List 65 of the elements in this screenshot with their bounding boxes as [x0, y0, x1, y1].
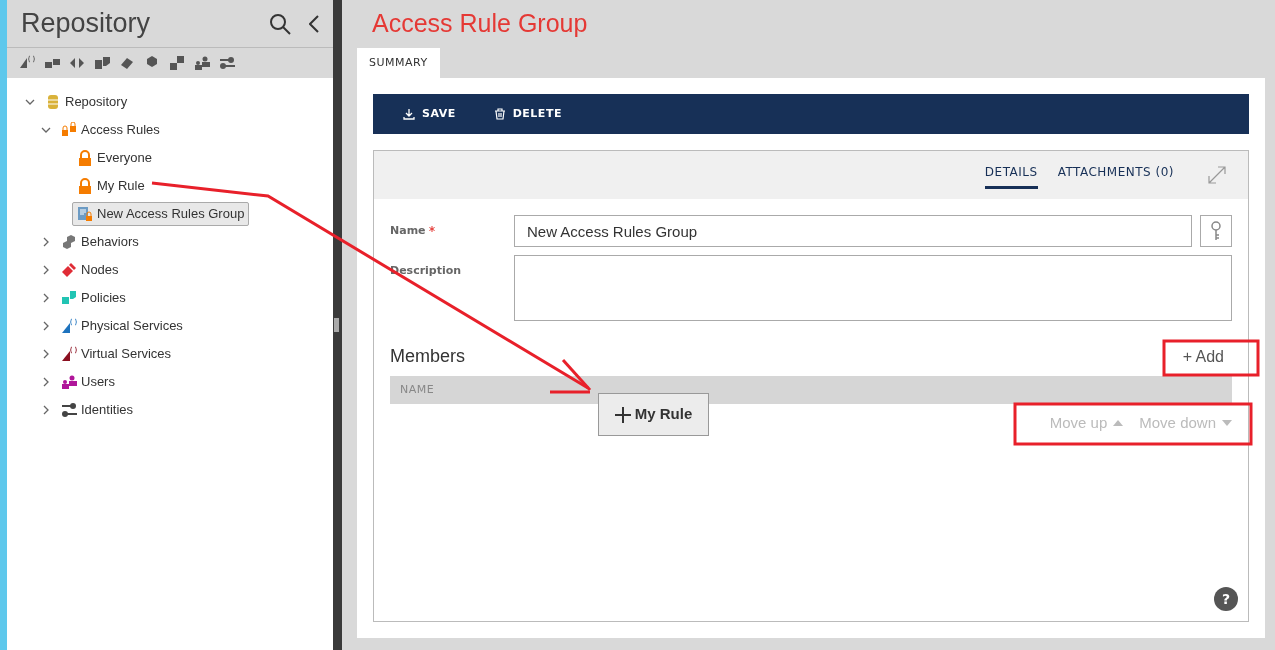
chevron-right-icon[interactable]: [41, 349, 51, 359]
chevron-right-icon[interactable]: [41, 237, 51, 247]
caret-up-icon: [1113, 420, 1124, 427]
chevron-right-icon[interactable]: [41, 405, 51, 415]
chevron-right-icon[interactable]: [41, 377, 51, 387]
lock-icon: [77, 150, 93, 166]
add-button[interactable]: + Add: [1174, 344, 1232, 369]
caret-down-icon: [1222, 420, 1232, 427]
tree-item[interactable]: Physical Services: [56, 314, 188, 338]
download-icon: [403, 108, 415, 120]
database-icon: [45, 94, 61, 110]
tree-item[interactable]: Identities: [56, 398, 139, 422]
chevron-right-icon[interactable]: [41, 321, 51, 331]
column-header: NAME: [400, 381, 435, 398]
key-icon: [1210, 221, 1222, 241]
field-label: Name: [390, 222, 426, 239]
tree-item[interactable]: Users: [56, 370, 120, 394]
squares-icon[interactable]: [169, 55, 185, 71]
chevron-right-icon[interactable]: [41, 265, 51, 275]
panel-title: Repository: [21, 7, 152, 41]
tree-item[interactable]: Everyone: [72, 146, 157, 170]
description-input[interactable]: [514, 255, 1232, 321]
hexagons-icon: [61, 234, 77, 250]
splitter-handle[interactable]: [334, 318, 339, 332]
tab[interactable]: ATTACHMENTS (0): [1057, 163, 1174, 189]
squares-icon: [61, 290, 77, 306]
diamond-icon: [61, 262, 77, 278]
tree-item[interactable]: Behaviors: [56, 230, 144, 254]
tree-item[interactable]: Policies: [56, 286, 131, 310]
keys-icon[interactable]: [219, 55, 235, 71]
keys-icon: [61, 402, 77, 418]
tree-item[interactable]: Repository: [40, 90, 133, 114]
chevron-down-icon[interactable]: [25, 97, 35, 107]
tree-item[interactable]: My Rule: [72, 174, 150, 198]
diamond-icon[interactable]: [119, 55, 135, 71]
triangle-braces-icon: [61, 346, 77, 362]
shapes-icon[interactable]: [94, 55, 110, 71]
section-title: Members: [390, 345, 465, 368]
plus-icon: [614, 406, 631, 423]
users-icon[interactable]: [194, 55, 210, 71]
chevron-right-icon[interactable]: [41, 293, 51, 303]
triangle-braces-icon: [61, 318, 77, 334]
users-icon: [61, 374, 77, 390]
tree-item[interactable]: Nodes: [56, 258, 124, 282]
name-input[interactable]: New Access Rules Group: [514, 215, 1192, 247]
tree-item[interactable]: New Access Rules Group: [72, 202, 250, 226]
page-title: Access Rule Group: [371, 8, 589, 40]
tab[interactable]: SUMMARY: [357, 48, 440, 78]
delete-button[interactable]: DELETE: [493, 105, 562, 123]
save-button[interactable]: SAVE: [403, 105, 456, 123]
arrows-icon[interactable]: [69, 55, 85, 71]
key-button[interactable]: [1200, 215, 1232, 247]
locks-icon: [61, 122, 77, 138]
document-lock-icon: [77, 206, 93, 222]
triangle-braces-icon[interactable]: [19, 55, 35, 71]
trash-icon: [493, 108, 506, 120]
search-icon[interactable]: [269, 12, 291, 35]
tab[interactable]: DETAILS: [984, 163, 1038, 189]
collapse-icon[interactable]: [309, 14, 319, 33]
tree-item[interactable]: Virtual Services: [56, 342, 177, 366]
drag-item: My Rule: [598, 393, 709, 436]
lock-icon: [77, 178, 93, 194]
help-button[interactable]: ?: [1214, 587, 1238, 611]
chevron-down-icon[interactable]: [41, 125, 51, 135]
tree-item[interactable]: Access Rules: [56, 118, 165, 142]
